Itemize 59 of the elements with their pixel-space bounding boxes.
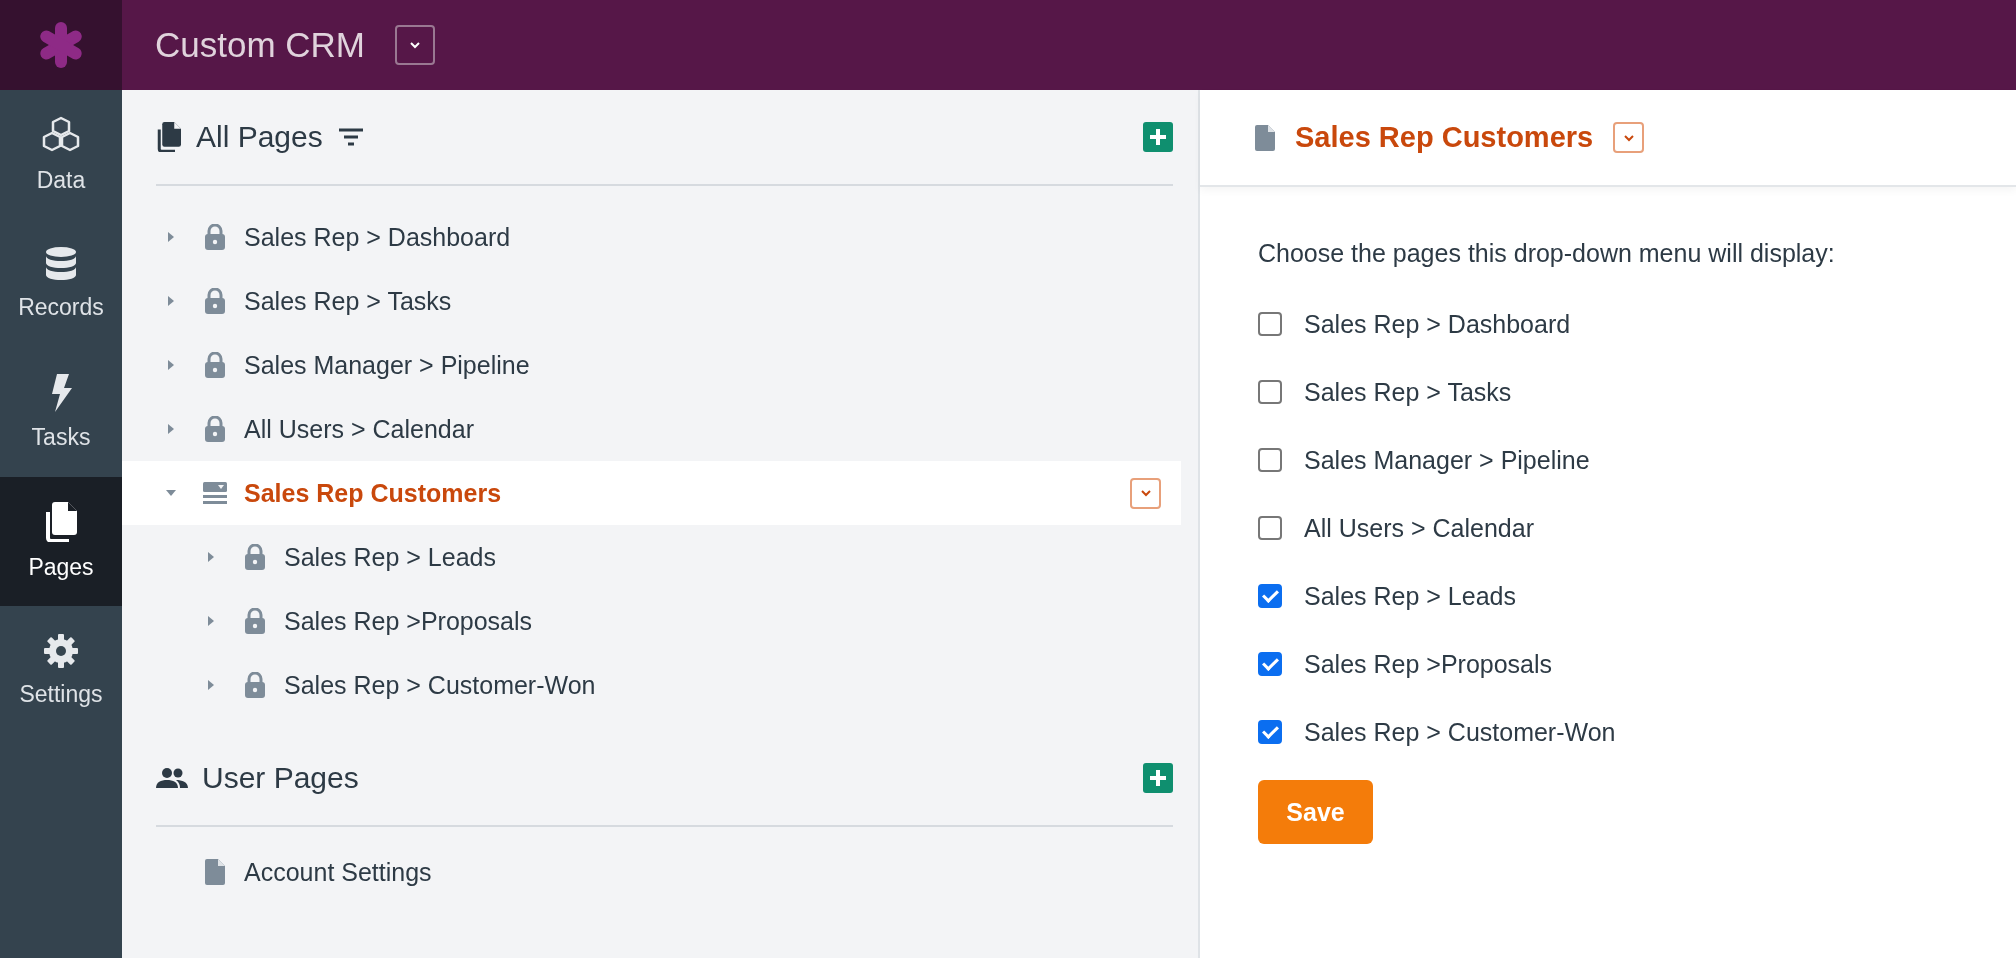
document-icon bbox=[205, 859, 225, 885]
tree-item[interactable]: Sales Rep Customers bbox=[122, 461, 1181, 525]
tree-item[interactable]: All Users > Calendar bbox=[122, 397, 1198, 461]
pages-icon bbox=[156, 122, 182, 152]
checkbox[interactable] bbox=[1258, 380, 1282, 404]
menu-page-icon bbox=[203, 482, 227, 504]
lock-icon bbox=[204, 352, 226, 378]
page-option[interactable]: Sales Rep > Leads bbox=[1258, 562, 1516, 630]
lock-icon bbox=[204, 224, 226, 250]
page-option[interactable]: Sales Rep > Tasks bbox=[1258, 358, 1512, 426]
add-icon[interactable] bbox=[1143, 763, 1173, 793]
lock-icon bbox=[244, 608, 266, 634]
checkbox[interactable] bbox=[1258, 516, 1282, 540]
tree-item[interactable]: Sales Rep > Tasks bbox=[122, 269, 1198, 333]
section-title: All Pages bbox=[196, 120, 323, 154]
lock-icon bbox=[204, 288, 226, 314]
chevron-down-icon bbox=[1621, 132, 1636, 143]
checkbox[interactable] bbox=[1258, 720, 1282, 744]
users-icon bbox=[156, 767, 188, 789]
instruction-text: Choose the pages this drop-down menu will display: bbox=[1258, 239, 1836, 268]
nav-item[interactable]: Pages bbox=[0, 477, 122, 606]
section-title: User Pages bbox=[202, 761, 359, 795]
pages-icon bbox=[44, 502, 78, 542]
page-menu-button[interactable] bbox=[1613, 122, 1645, 153]
tree-item[interactable]: Sales Rep > Dashboard bbox=[122, 205, 1198, 269]
asterisk-logo-icon[interactable] bbox=[38, 22, 84, 68]
tree-item[interactable]: Sales Manager > Pipeline bbox=[122, 333, 1198, 397]
filter-icon[interactable] bbox=[336, 127, 365, 147]
add-icon[interactable] bbox=[1143, 122, 1173, 152]
app-menu-button[interactable] bbox=[395, 25, 436, 65]
tree-item[interactable]: Sales Rep > Customer-Won bbox=[122, 653, 1198, 717]
checkbox[interactable] bbox=[1258, 448, 1282, 472]
database-icon bbox=[45, 246, 77, 282]
nav-item[interactable]: Records bbox=[0, 219, 122, 348]
lock-icon bbox=[204, 416, 226, 442]
lock-icon bbox=[244, 672, 266, 698]
lightning-icon bbox=[49, 374, 73, 412]
page-option[interactable]: All Users > Calendar bbox=[1258, 494, 1534, 562]
page-option[interactable]: Sales Rep >Proposals bbox=[1258, 630, 1553, 698]
chevron-down-icon bbox=[408, 40, 423, 50]
page-option[interactable]: Sales Manager > Pipeline bbox=[1258, 426, 1590, 494]
checkbox[interactable] bbox=[1258, 312, 1282, 336]
document-icon bbox=[1255, 124, 1275, 151]
nav-item[interactable]: Settings bbox=[0, 606, 122, 735]
page-title: Sales Rep Customers bbox=[1295, 121, 1594, 154]
settings-icon bbox=[43, 633, 79, 669]
checkbox[interactable] bbox=[1258, 584, 1282, 608]
nav-item[interactable]: Tasks bbox=[0, 348, 122, 477]
lock-icon bbox=[244, 544, 266, 570]
page-option[interactable]: Sales Rep > Dashboard bbox=[1258, 290, 1571, 358]
app-title: Custom CRM bbox=[155, 25, 366, 65]
tree-item[interactable]: Account Settings bbox=[122, 840, 1198, 904]
checkbox[interactable] bbox=[1258, 652, 1282, 676]
nav-item[interactable]: Data bbox=[0, 90, 122, 219]
page-option[interactable]: Sales Rep > Customer-Won bbox=[1258, 698, 1616, 766]
chevron-down-icon bbox=[1138, 488, 1153, 498]
tree-item[interactable]: Sales Rep > Leads bbox=[122, 525, 1198, 589]
item-menu-button[interactable] bbox=[1130, 477, 1161, 509]
tree-item[interactable]: Sales Rep >Proposals bbox=[122, 589, 1198, 653]
